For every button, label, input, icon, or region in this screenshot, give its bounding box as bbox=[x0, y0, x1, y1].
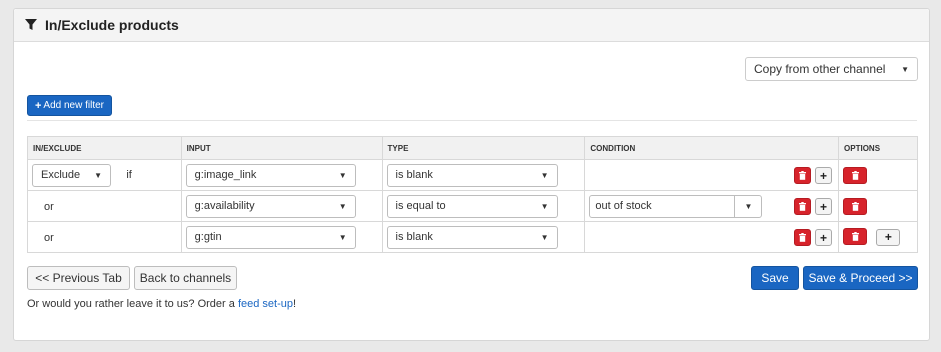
options-cell bbox=[838, 159, 918, 191]
delete-row-button[interactable] bbox=[843, 228, 868, 246]
trash-icon bbox=[851, 232, 859, 242]
chevron-down-icon: ▼ bbox=[540, 232, 549, 242]
footer-prefix: Or would you rather leave it to us? Orde… bbox=[27, 298, 238, 310]
plus-icon: + bbox=[884, 230, 892, 245]
header-in-exclude: IN/EXCLUDE bbox=[27, 136, 182, 160]
delete-condition-button[interactable] bbox=[794, 167, 812, 184]
input-select[interactable]: g:availability ▼ bbox=[185, 194, 356, 218]
input-cell: g:availability ▼ bbox=[180, 190, 383, 222]
input-select[interactable]: g:gtin ▼ bbox=[185, 225, 356, 249]
chevron-down-icon: ▼ bbox=[744, 201, 753, 211]
chevron-down-icon: ▼ bbox=[94, 170, 102, 180]
back-to-channels-button[interactable]: Back to channels bbox=[134, 266, 237, 290]
in-exclude-cell: or bbox=[27, 190, 182, 222]
table-header-row: IN/EXCLUDE INPUT TYPE CONDITION OPTIONS bbox=[27, 136, 918, 160]
chevron-down-icon: ▼ bbox=[540, 170, 549, 180]
filter-panel: In/Exclude products Copy from other chan… bbox=[13, 8, 930, 341]
trash-icon bbox=[799, 202, 807, 211]
input-value: g:gtin bbox=[194, 231, 222, 243]
trash-icon bbox=[799, 171, 807, 180]
add-row-button[interactable]: + bbox=[876, 228, 901, 246]
previous-tab-button[interactable]: << Previous Tab bbox=[27, 266, 130, 290]
filters-table: IN/EXCLUDE INPUT TYPE CONDITION OPTIONS … bbox=[27, 136, 918, 253]
divider bbox=[27, 120, 917, 121]
trash-icon bbox=[799, 233, 807, 242]
plus-icon: + bbox=[820, 199, 828, 214]
table-row: or g:gtin ▼ is blank ▼ + + bbox=[27, 221, 918, 253]
condition-cell: out of stock ▼ + bbox=[584, 190, 840, 222]
delete-row-button[interactable] bbox=[843, 166, 868, 184]
footer-suffix: ! bbox=[292, 298, 297, 310]
delete-row-button[interactable] bbox=[843, 197, 868, 215]
input-select[interactable]: g:image_link ▼ bbox=[185, 163, 356, 187]
or-label: or bbox=[44, 232, 54, 244]
table-row: Exclude ▼ if g:image_link ▼ is blank ▼ + bbox=[27, 159, 918, 191]
if-label: if bbox=[126, 169, 132, 182]
save-button[interactable]: Save bbox=[751, 266, 799, 290]
condition-combobox[interactable]: out of stock ▼ bbox=[589, 194, 763, 218]
chevron-down-icon: ▼ bbox=[540, 201, 549, 211]
header-type: TYPE bbox=[381, 136, 586, 160]
type-select[interactable]: is blank ▼ bbox=[386, 163, 558, 187]
header-input: INPUT bbox=[180, 136, 383, 160]
add-new-filter-button[interactable]: + Add new filter bbox=[27, 95, 112, 116]
copy-from-channel-select[interactable]: Copy from other channel ▼ bbox=[745, 57, 918, 81]
chevron-down-icon: ▼ bbox=[338, 201, 347, 211]
filter-icon bbox=[25, 19, 37, 30]
or-label: or bbox=[44, 201, 54, 213]
footer-note: Or would you rather leave it to us? Orde… bbox=[27, 298, 296, 310]
add-condition-button[interactable]: + bbox=[815, 229, 833, 246]
condition-actions: + bbox=[794, 167, 833, 184]
plus-icon: + bbox=[34, 99, 42, 112]
input-value: g:image_link bbox=[194, 169, 257, 181]
condition-actions: + bbox=[794, 229, 833, 246]
panel-title: In/Exclude products bbox=[45, 17, 179, 33]
delete-condition-button[interactable] bbox=[794, 229, 812, 246]
type-value: is blank bbox=[395, 231, 433, 243]
type-value: is blank bbox=[395, 169, 433, 181]
add-filter-label: Add new filter bbox=[43, 100, 105, 111]
in-exclude-cell: Exclude ▼ if bbox=[27, 159, 182, 191]
in-exclude-cell: or bbox=[27, 221, 182, 253]
condition-cell: + bbox=[584, 159, 840, 191]
copy-select-value: Copy from other channel bbox=[754, 62, 886, 76]
chevron-down-icon: ▼ bbox=[338, 232, 347, 242]
condition-cell: + bbox=[584, 221, 840, 253]
condition-dropdown-toggle[interactable]: ▼ bbox=[735, 196, 761, 217]
feed-setup-link[interactable]: feed set-up bbox=[238, 298, 293, 310]
add-condition-button[interactable]: + bbox=[815, 198, 833, 215]
options-cell: + bbox=[838, 221, 918, 253]
plus-icon: + bbox=[820, 230, 828, 245]
in-exclude-select[interactable]: Exclude ▼ bbox=[32, 163, 111, 187]
type-cell: is equal to ▼ bbox=[381, 190, 586, 222]
condition-actions: + bbox=[794, 198, 833, 215]
header-options: OPTIONS bbox=[838, 136, 918, 160]
in-exclude-value: Exclude bbox=[41, 169, 81, 181]
type-select[interactable]: is blank ▼ bbox=[386, 225, 558, 249]
chevron-down-icon: ▼ bbox=[338, 170, 347, 180]
header-condition: CONDITION bbox=[584, 136, 840, 160]
add-condition-button[interactable]: + bbox=[815, 167, 833, 184]
condition-input[interactable]: out of stock bbox=[590, 195, 736, 217]
type-cell: is blank ▼ bbox=[381, 159, 586, 191]
save-and-proceed-button[interactable]: Save & Proceed >> bbox=[803, 266, 918, 290]
input-cell: g:image_link ▼ bbox=[180, 159, 383, 191]
plus-icon: + bbox=[820, 168, 828, 183]
type-select[interactable]: is equal to ▼ bbox=[386, 194, 558, 218]
trash-icon bbox=[851, 170, 859, 180]
table-row: or g:availability ▼ is equal to ▼ out of… bbox=[27, 190, 918, 222]
type-value: is equal to bbox=[395, 200, 446, 212]
input-value: g:availability bbox=[194, 200, 255, 212]
trash-icon bbox=[851, 201, 859, 211]
delete-condition-button[interactable] bbox=[794, 198, 812, 215]
chevron-down-icon: ▼ bbox=[901, 64, 909, 74]
type-cell: is blank ▼ bbox=[381, 221, 586, 253]
input-cell: g:gtin ▼ bbox=[180, 221, 383, 253]
options-cell bbox=[838, 190, 918, 222]
panel-header: In/Exclude products bbox=[14, 9, 929, 42]
